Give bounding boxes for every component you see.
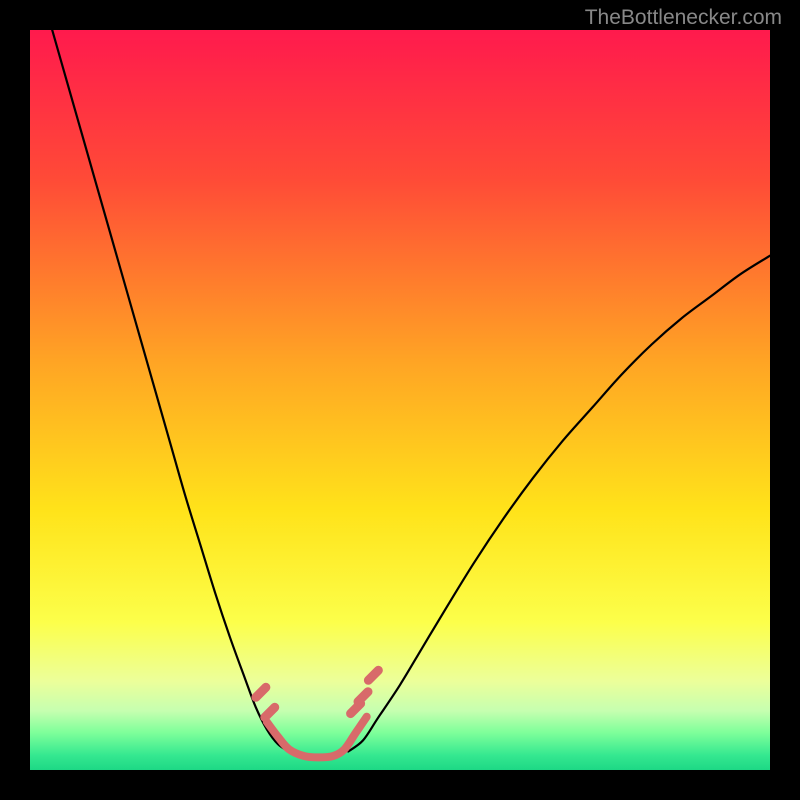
- watermark-text: TheBottlenecker.com: [585, 6, 782, 30]
- gradient-background: [30, 30, 770, 770]
- plot-area: [30, 30, 770, 770]
- chart-svg: [30, 30, 770, 770]
